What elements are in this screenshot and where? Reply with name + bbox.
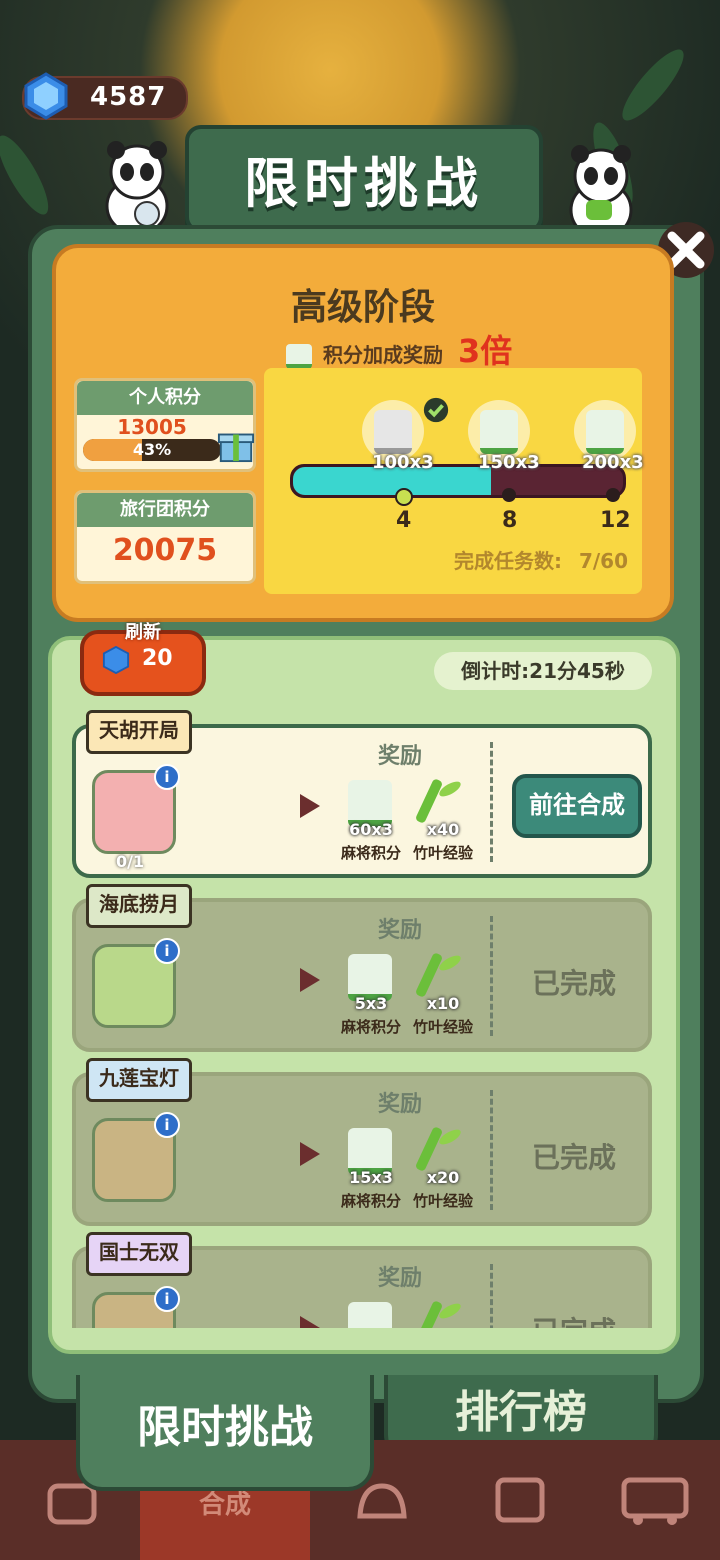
mahjong-points-reward xyxy=(338,1298,404,1328)
points-bonus: 积分加成奖励 3倍 xyxy=(286,326,512,372)
task-card: 海底捞月 i 奖励 5x3 麻将积分 x10 竹叶经验 已完成 xyxy=(72,884,652,1052)
bamboo-exp-reward: x10 竹叶经验 xyxy=(410,950,476,1036)
mahjong-points-reward: 15x3 麻将积分 xyxy=(338,1124,404,1210)
progress-track xyxy=(290,464,626,498)
milestone-marker xyxy=(395,488,413,506)
map-icon[interactable] xyxy=(490,1470,550,1530)
personal-points-label: 个人积分 xyxy=(77,381,253,415)
reward-amount: x10 xyxy=(426,994,460,1013)
task-list-viewport[interactable]: 天胡开局 i 0/1 奖励 60x3 麻将积分 x40 竹叶经验 前往合成 海底… xyxy=(48,700,680,1328)
countdown-timer: 倒计时:21分45秒 xyxy=(434,652,652,690)
arrow-right-icon xyxy=(300,1142,320,1166)
task-card: 国士无双 i 奖励 已完成 xyxy=(72,1232,652,1328)
mahjong-tile-icon xyxy=(286,344,312,369)
reward-name: 麻将积分 xyxy=(340,844,401,862)
milestone-threshold: 4 xyxy=(396,508,412,533)
reward-title: 奖励 xyxy=(378,744,423,769)
mahjong-points-reward: 5x3 麻将积分 xyxy=(338,950,404,1036)
reward-title: 奖励 xyxy=(378,1266,423,1291)
bamboo-icon xyxy=(414,952,444,998)
mahjong-tile-icon xyxy=(348,1302,392,1328)
personal-points-value: 13005 xyxy=(117,415,187,439)
arrow-right-icon xyxy=(300,1316,320,1328)
bus-icon[interactable] xyxy=(620,1470,690,1530)
bonus-multiplier: 3倍 xyxy=(457,332,513,370)
milestone-reward-label: 100x3 xyxy=(372,452,434,473)
mahjong-points-reward: 60x3 麻将积分 xyxy=(338,776,404,862)
tasks-completed: 完成任务数: 7/60 xyxy=(454,545,628,574)
milestone-marker xyxy=(606,488,620,502)
reward-name: 竹叶经验 xyxy=(412,1192,473,1210)
title-banner: 限时挑战 xyxy=(185,125,543,233)
gem-counter: 4587 xyxy=(22,72,188,120)
bonus-label: 积分加成奖励 xyxy=(322,343,443,367)
refresh-button[interactable]: 刷新 20 xyxy=(80,622,206,696)
milestone-threshold: 12 xyxy=(600,508,631,533)
bamboo-exp-reward: x40 竹叶经验 xyxy=(410,776,476,862)
task-name: 九莲宝灯 xyxy=(86,1058,192,1102)
panda-left-icon xyxy=(105,141,169,236)
group-points-panel: 旅行团积分 20075 xyxy=(74,490,256,584)
reward-title: 奖励 xyxy=(378,918,423,943)
group-points-value: 20075 xyxy=(112,533,218,568)
bamboo-icon xyxy=(414,1126,444,1172)
task-card: 九莲宝灯 i 奖励 15x3 麻将积分 x20 竹叶经验 已完成 xyxy=(72,1058,652,1226)
go-merge-button[interactable]: 前往合成 xyxy=(512,774,642,838)
divider xyxy=(490,1090,493,1210)
completed-status: 已完成 xyxy=(532,1310,616,1328)
task-name: 国士无双 xyxy=(86,1232,192,1276)
reward-name: 竹叶经验 xyxy=(412,1018,473,1036)
task-card: 天胡开局 i 0/1 奖励 60x3 麻将积分 x40 竹叶经验 前往合成 xyxy=(72,710,652,878)
gift-box-icon[interactable] xyxy=(217,425,255,463)
info-icon[interactable]: i xyxy=(154,938,180,964)
refresh-label: 刷新 xyxy=(125,622,161,643)
info-icon[interactable]: i xyxy=(154,764,180,790)
task-name: 天胡开局 xyxy=(86,710,192,754)
bamboo-exp-reward: x20 竹叶经验 xyxy=(410,1124,476,1210)
info-icon[interactable]: i xyxy=(154,1112,180,1138)
tasks-completed-label: 完成任务数: xyxy=(453,549,562,573)
reward-name: 麻将积分 xyxy=(340,1018,401,1036)
arrow-right-icon xyxy=(300,968,320,992)
personal-points-percent: 43% xyxy=(132,440,172,459)
page-title: 限时挑战 xyxy=(244,152,484,215)
personal-points-panel: 个人积分 13005 43% xyxy=(74,378,256,472)
task-progress-count: 0/1 xyxy=(116,852,145,871)
arrow-right-icon xyxy=(300,794,320,818)
tasks-completed-value: 7/60 xyxy=(578,549,628,573)
divider xyxy=(490,742,493,862)
reward-amount: x20 xyxy=(426,1168,460,1187)
reward-amount: 15x3 xyxy=(349,1168,393,1187)
bamboo-exp-reward xyxy=(410,1298,476,1328)
task-progress: 100x3 150x3 200x3 4 8 12 完成任务数: 7/60 xyxy=(264,368,644,594)
divider xyxy=(490,1264,493,1328)
reward-amount: 60x3 xyxy=(349,820,393,839)
milestone-marker xyxy=(502,488,516,502)
reward-name: 竹叶经验 xyxy=(412,844,473,862)
divider xyxy=(490,916,493,1036)
bamboo-icon xyxy=(414,778,444,824)
milestone-reward-label: 200x3 xyxy=(582,452,644,473)
gem-count: 4587 xyxy=(90,82,167,112)
milestone-threshold: 8 xyxy=(502,508,518,533)
blue-gem-icon xyxy=(24,72,68,120)
personal-points-bar: 43% xyxy=(83,439,221,461)
reward-amount: 5x3 xyxy=(354,994,388,1013)
refresh-cost: 20 xyxy=(142,646,173,671)
reward-name: 麻将积分 xyxy=(340,1192,401,1210)
task-name: 海底捞月 xyxy=(86,884,192,928)
info-icon[interactable]: i xyxy=(154,1286,180,1312)
stage-title: 高级阶段 xyxy=(290,287,435,328)
check-icon xyxy=(423,397,449,423)
reward-amount: x40 xyxy=(426,820,460,839)
completed-status: 已完成 xyxy=(532,1141,617,1174)
completed-status: 已完成 xyxy=(532,967,617,1000)
group-points-label: 旅行团积分 xyxy=(77,493,253,527)
blue-gem-icon xyxy=(102,646,130,674)
milestone-reward-label: 150x3 xyxy=(478,452,540,473)
tab-limited-challenge[interactable]: 限时挑战 xyxy=(76,1375,374,1491)
reward-title: 奖励 xyxy=(378,1092,423,1117)
